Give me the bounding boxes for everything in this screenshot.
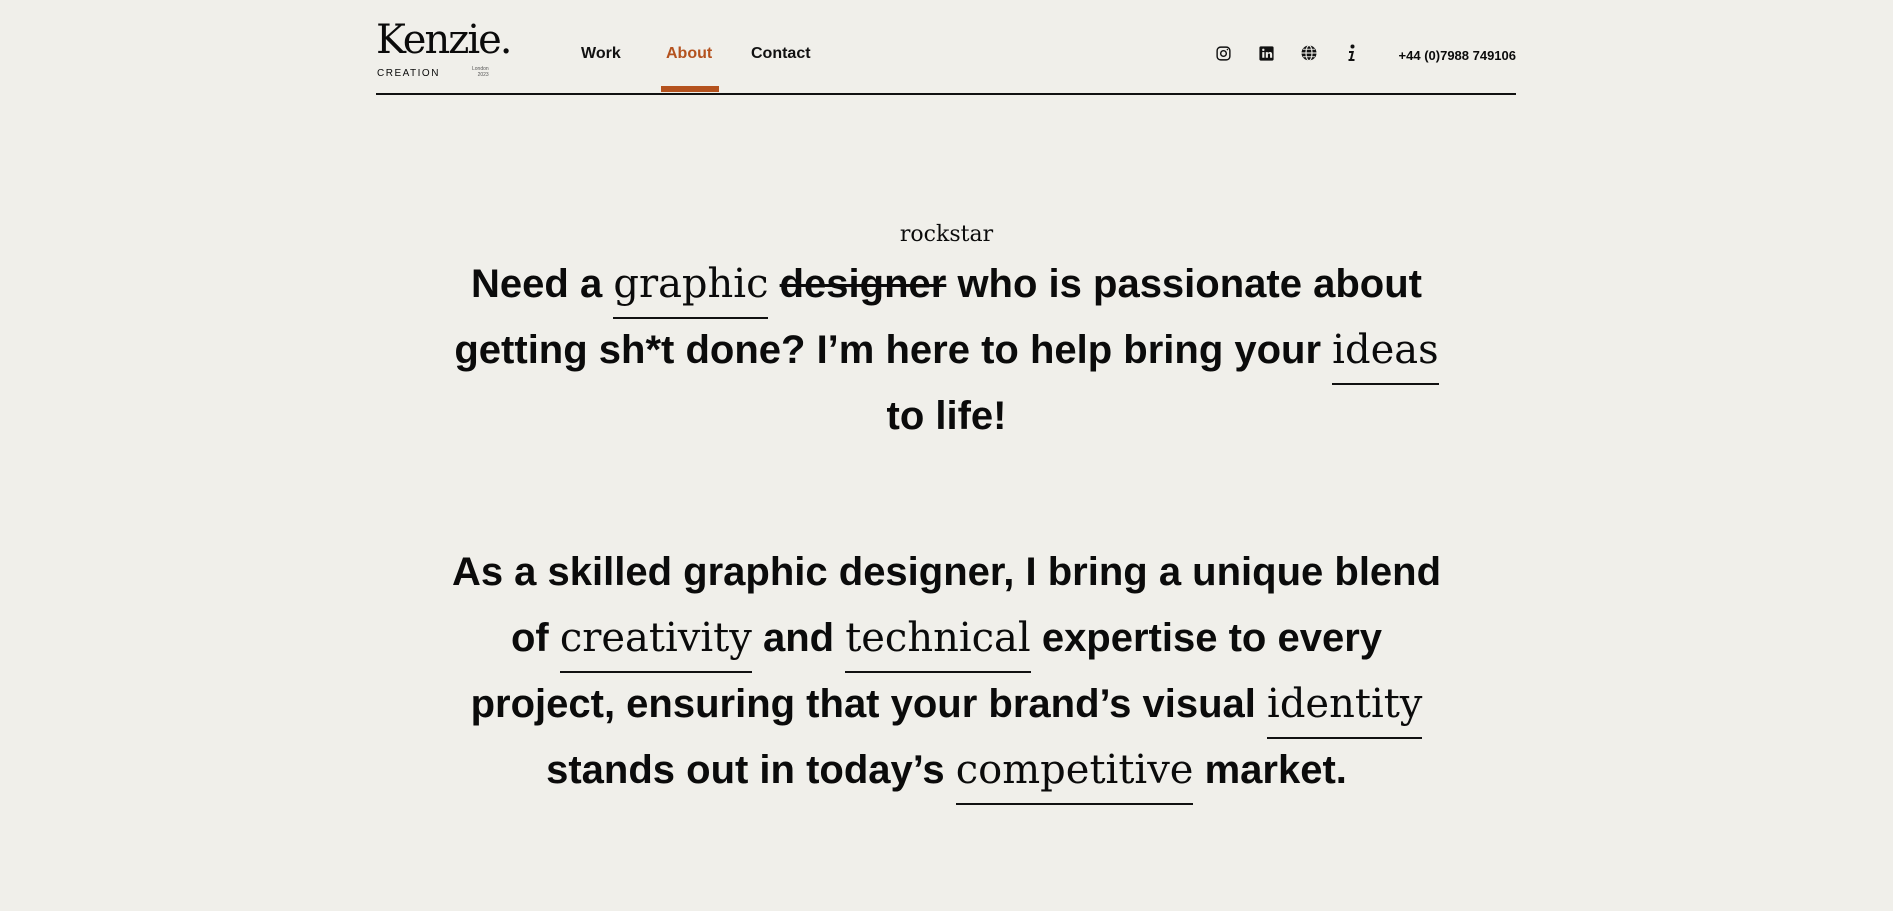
nav-item-work[interactable]: Work bbox=[581, 45, 621, 63]
logo-wordmark: Kenzie. bbox=[376, 17, 512, 63]
logo-subtitle: CREATION bbox=[377, 68, 440, 79]
logo[interactable]: Kenzie. CREATION London 2023 bbox=[376, 20, 512, 82]
handwritten-annotation: rockstar bbox=[899, 222, 994, 247]
intro-text-4: to life! bbox=[886, 394, 1007, 438]
nav-item-about[interactable]: About bbox=[666, 45, 712, 63]
desc-text-2: and bbox=[751, 616, 846, 660]
desc-text-4: stands out in today’s bbox=[546, 748, 956, 792]
intro-text-1: Need a bbox=[471, 262, 614, 306]
highlight-word-creativity: creativity bbox=[559, 615, 752, 673]
info-icon[interactable] bbox=[1342, 43, 1362, 63]
highlight-word-competitive: competitive bbox=[955, 747, 1194, 805]
highlight-word-ideas: ideas bbox=[1332, 327, 1439, 385]
linkedin-icon[interactable] bbox=[1256, 43, 1276, 63]
instagram-icon[interactable] bbox=[1213, 43, 1233, 63]
highlight-word-graphic: graphic bbox=[613, 261, 769, 319]
site-header: Kenzie. CREATION London 2023 Work About … bbox=[376, 0, 1516, 95]
nav-item-contact[interactable]: Contact bbox=[751, 45, 811, 63]
hero-description: As a skilled graphic designer, I bring a… bbox=[440, 539, 1453, 805]
highlight-word-technical: technical bbox=[845, 615, 1031, 673]
logo-location: London 2023 bbox=[472, 66, 489, 78]
phone-number[interactable]: +44 (0)7988 749106 bbox=[1399, 48, 1516, 63]
active-nav-indicator bbox=[661, 86, 719, 92]
desc-text-5: market. bbox=[1193, 748, 1347, 792]
logo-location-line2: 2023 bbox=[477, 72, 489, 78]
intro-text-2 bbox=[768, 262, 779, 306]
struck-word-designer: designer bbox=[779, 262, 947, 306]
hero-intro: Need a graphic designer who is passionat… bbox=[440, 251, 1453, 449]
globe-icon[interactable] bbox=[1299, 43, 1319, 63]
highlight-word-identity: identity bbox=[1267, 681, 1423, 739]
